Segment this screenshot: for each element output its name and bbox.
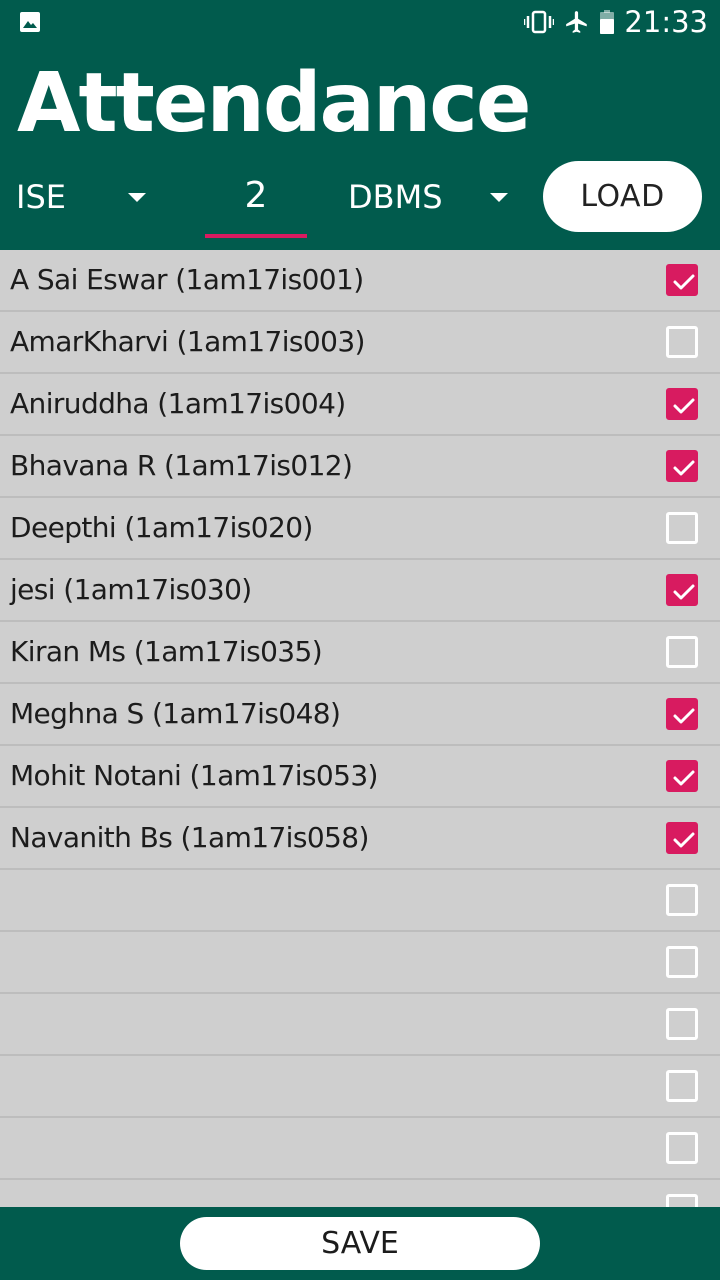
list-item[interactable] [0,994,720,1056]
attendance-checkbox[interactable] [666,1194,698,1207]
student-label: Bhavana R (1am17is012) [10,449,353,482]
load-button[interactable]: LOAD [543,161,702,232]
check-icon [673,398,695,414]
student-label: Kiran Ms (1am17is035) [10,635,323,668]
battery-icon [600,10,615,34]
student-label: Deepthi (1am17is020) [10,511,313,544]
image-icon [19,11,41,37]
list-item[interactable] [0,1180,720,1207]
attendance-checkbox[interactable] [666,1070,698,1102]
save-button[interactable]: SAVE [180,1217,540,1270]
attendance-checkbox[interactable] [666,946,698,978]
app-header: 21:33 Attendance ISE 2 DBMS LOAD [0,0,720,250]
list-item[interactable]: jesi (1am17is030) [0,560,720,622]
list-item[interactable]: A Sai Eswar (1am17is001) [0,250,720,312]
attendance-checkbox[interactable] [666,450,698,482]
attendance-checkbox[interactable] [666,264,698,296]
attendance-checkbox[interactable] [666,636,698,668]
student-label: jesi (1am17is030) [10,573,252,606]
check-icon [673,832,695,848]
attendance-checkbox[interactable] [666,512,698,544]
student-label: AmarKharvi (1am17is003) [10,325,365,358]
list-item[interactable]: Bhavana R (1am17is012) [0,436,720,498]
semester-underline [205,234,307,238]
branch-spinner[interactable]: ISE [16,170,156,224]
vibrate-icon [524,10,555,34]
status-bar: 21:33 [0,0,720,44]
student-label: Mohit Notani (1am17is053) [10,759,378,792]
semester-field[interactable]: 2 [205,166,307,228]
subject-value: DBMS [348,178,443,216]
attendance-checkbox[interactable] [666,822,698,854]
list-item[interactable]: Kiran Ms (1am17is035) [0,622,720,684]
attendance-checkbox[interactable] [666,326,698,358]
attendance-checkbox[interactable] [666,574,698,606]
student-label: Navanith Bs (1am17is058) [10,821,369,854]
list-item[interactable]: Navanith Bs (1am17is058) [0,808,720,870]
branch-value: ISE [16,178,66,216]
attendance-checkbox[interactable] [666,1132,698,1164]
check-icon [673,274,695,290]
page-title: Attendance [17,56,531,151]
airplane-icon [564,9,590,35]
status-time: 21:33 [624,5,708,39]
student-list: A Sai Eswar (1am17is001) AmarKharvi (1am1… [0,250,720,1207]
list-item[interactable] [0,870,720,932]
list-item[interactable] [0,1056,720,1118]
check-icon [673,460,695,476]
check-icon [673,584,695,600]
subject-spinner[interactable]: DBMS [348,170,518,224]
chevron-down-icon [128,193,146,202]
check-icon [673,708,695,724]
attendance-checkbox[interactable] [666,1008,698,1040]
attendance-checkbox[interactable] [666,760,698,792]
student-label: Meghna S (1am17is048) [10,697,341,730]
student-label: A Sai Eswar (1am17is001) [10,263,364,296]
list-item[interactable]: Aniruddha (1am17is004) [0,374,720,436]
attendance-checkbox[interactable] [666,884,698,916]
chevron-down-icon [490,193,508,202]
list-item[interactable]: Mohit Notani (1am17is053) [0,746,720,808]
list-item[interactable] [0,932,720,994]
list-item[interactable]: AmarKharvi (1am17is003) [0,312,720,374]
list-item[interactable]: Deepthi (1am17is020) [0,498,720,560]
attendance-checkbox[interactable] [666,698,698,730]
student-label: Aniruddha (1am17is004) [10,387,346,420]
check-icon [673,770,695,786]
list-item[interactable] [0,1118,720,1180]
list-item[interactable]: Meghna S (1am17is048) [0,684,720,746]
attendance-checkbox[interactable] [666,388,698,420]
bottom-bar: SAVE [0,1207,720,1280]
